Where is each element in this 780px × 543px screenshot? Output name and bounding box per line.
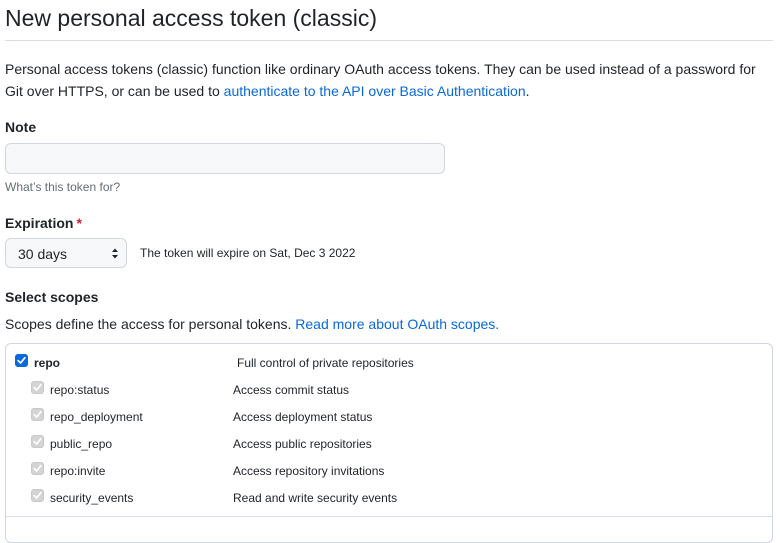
scope-row-repo-deployment: repo_deployment Access deployment status — [6, 402, 772, 429]
title-divider — [5, 40, 773, 41]
scope-name-repo: repo — [34, 356, 61, 370]
intro-suffix: . — [525, 83, 530, 99]
scope-description: Access commit status — [233, 383, 350, 397]
scope-row-repo-status: repo:status Access commit status — [6, 375, 772, 402]
select-arrows-icon — [112, 248, 118, 259]
intro-paragraph: Personal access tokens (classic) functio… — [5, 58, 773, 102]
scope-description: Access repository invitations — [233, 464, 385, 478]
scope-row-public-repo: public_repo Access public repositories — [6, 429, 772, 456]
scope-name: repo:invite — [50, 464, 106, 478]
checkmark-icon — [33, 437, 42, 445]
scopes-heading: Select scopes — [5, 289, 99, 305]
note-label: Note — [5, 119, 37, 135]
scope-group-divider — [6, 516, 772, 517]
expiration-message: The token will expire on Sat, Dec 3 2022 — [140, 246, 356, 260]
checkmark-icon — [17, 356, 26, 364]
scope-name: public_repo — [50, 437, 113, 451]
required-mark: * — [76, 215, 82, 231]
checkmark-icon — [33, 491, 42, 499]
scope-name: security_events — [50, 491, 134, 505]
scopes-description-text: Scopes define the access for personal to… — [5, 316, 296, 332]
page-title: New personal access token (classic) — [5, 5, 377, 31]
scopes-list: repo Full control of private repositorie… — [5, 343, 773, 543]
repo-checkbox[interactable] — [15, 354, 28, 367]
scope-name: repo_deployment — [50, 410, 143, 424]
expiration-selected-value: 30 days — [18, 246, 68, 262]
scope-name: repo:status — [50, 383, 110, 397]
repo-invite-checkbox[interactable] — [31, 462, 44, 475]
scope-desc-repo: Full control of private repositories — [237, 356, 414, 370]
scope-row-repo: repo Full control of private repositorie… — [6, 348, 772, 375]
checkmark-icon — [33, 383, 42, 391]
scope-description: Access public repositories — [233, 437, 372, 451]
repo-deployment-checkbox[interactable] — [31, 408, 44, 421]
public-repo-checkbox[interactable] — [31, 435, 44, 448]
note-input[interactable] — [5, 143, 445, 174]
checkmark-icon — [33, 464, 42, 472]
oauth-scopes-link[interactable]: Read more about OAuth scopes. — [295, 316, 499, 332]
security-events-checkbox[interactable] — [31, 489, 44, 502]
scope-row-repo-invite: repo:invite Access repository invitation… — [6, 456, 772, 483]
basic-auth-link[interactable]: authenticate to the API over Basic Authe… — [224, 83, 526, 99]
scope-description: Read and write security events — [233, 491, 398, 505]
expiration-label-text: Expiration — [5, 215, 74, 231]
note-hint: What’s this token for? — [5, 180, 121, 194]
checkmark-icon — [33, 410, 42, 418]
scope-row-security-events: security_events Read and write security … — [6, 483, 772, 510]
expiration-select[interactable]: 30 days — [5, 238, 127, 268]
scope-description: Access deployment status — [233, 410, 373, 424]
scopes-description: Scopes define the access for personal to… — [5, 314, 499, 334]
repo-status-checkbox[interactable] — [31, 381, 44, 394]
expiration-label: Expiration * — [5, 214, 82, 232]
